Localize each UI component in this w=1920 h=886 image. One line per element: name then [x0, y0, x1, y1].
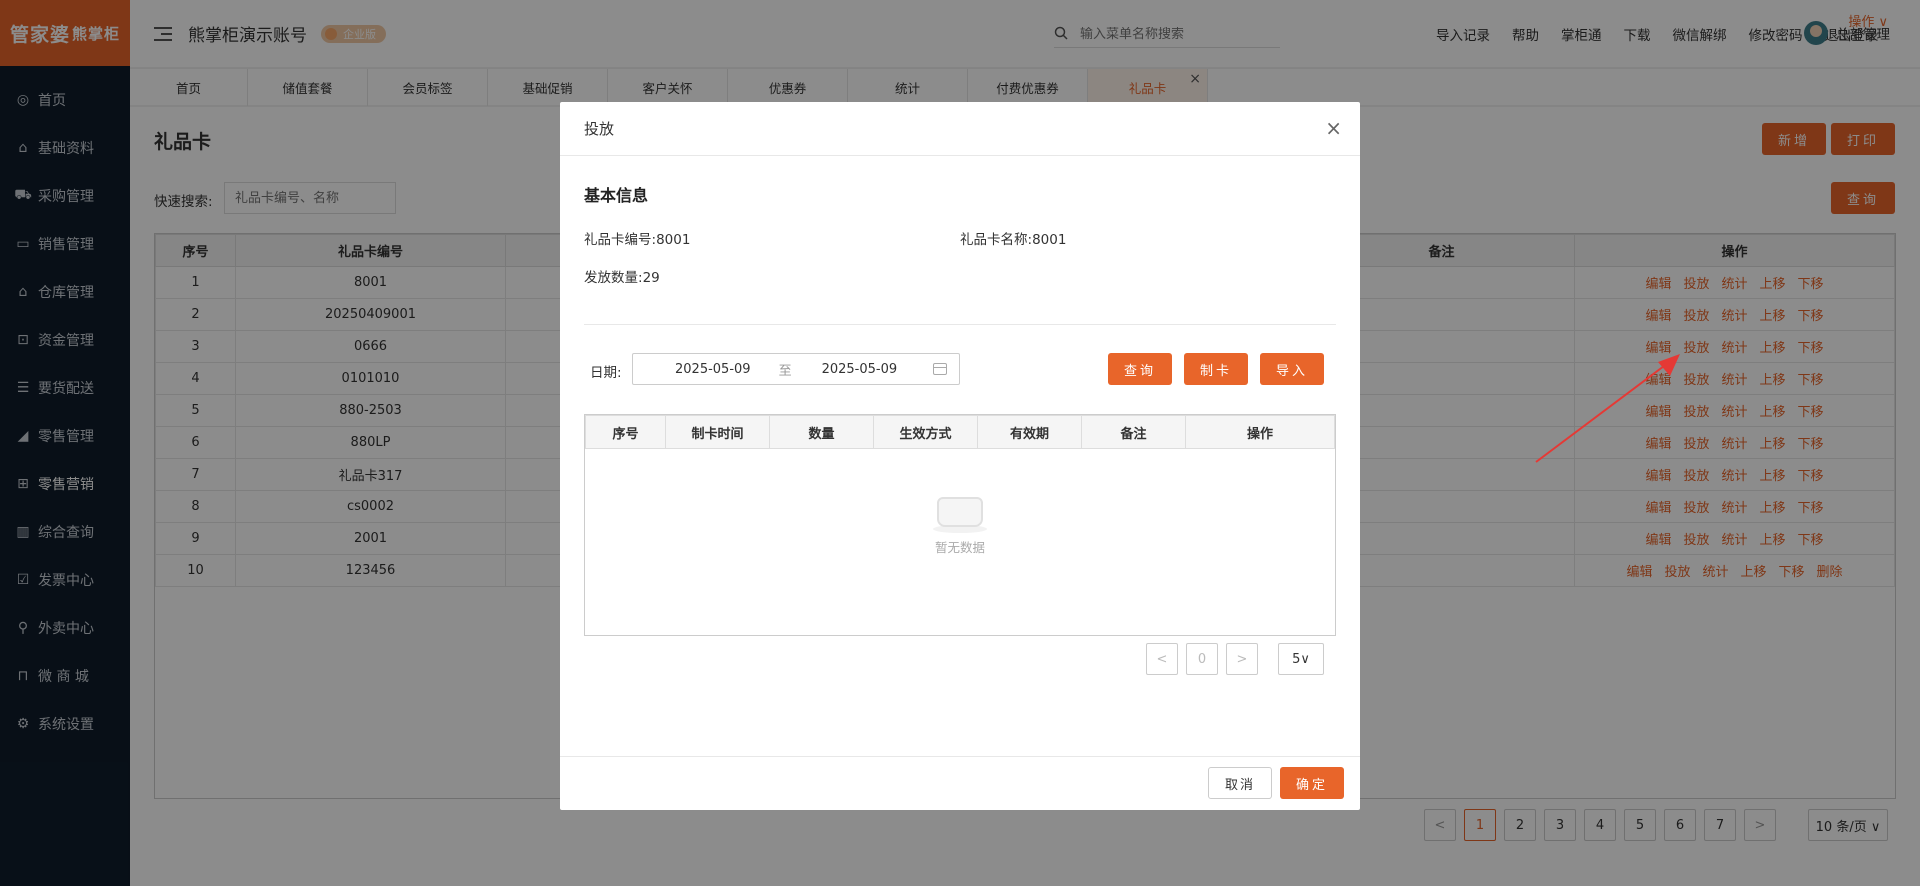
date-label: 日期:	[590, 365, 622, 381]
empty-inbox-icon	[933, 489, 987, 533]
issue-qty-info: 发放数量:29	[584, 266, 660, 286]
card-name-value: 8001	[1032, 232, 1067, 248]
date-range-picker[interactable]: 2025-05-09 至 2025-05-09	[632, 353, 960, 385]
card-name-label: 礼品卡名称:	[960, 232, 1033, 248]
card-code-label: 礼品卡编号:	[584, 232, 657, 248]
divider	[584, 324, 1336, 325]
date-from[interactable]: 2025-05-09	[675, 362, 751, 377]
empty-text: 暂无数据	[934, 540, 985, 555]
next-page-button[interactable]: >	[1226, 643, 1258, 675]
date-to[interactable]: 2025-05-09	[822, 362, 898, 377]
dialog-query-button[interactable]: 查询	[1108, 353, 1172, 385]
annotation-arrow-icon	[1535, 354, 1680, 463]
card-code-info: 礼品卡编号:8001	[584, 228, 690, 248]
dialog-title: 投放	[584, 120, 615, 138]
card-name-info: 礼品卡名称:8001	[960, 228, 1066, 248]
dialog-col-header: 数量	[769, 415, 874, 449]
dialog-col-header: 操作	[1185, 415, 1335, 449]
distribute-dialog: 投放 × 基本信息 礼品卡编号:8001 礼品卡名称:8001 发放数量:29 …	[560, 102, 1360, 810]
issue-qty-value: 29	[642, 270, 660, 286]
page-size-select[interactable]: 5∨	[1278, 643, 1324, 675]
confirm-button[interactable]: 确定	[1280, 767, 1344, 799]
prev-page-button[interactable]: <	[1146, 643, 1178, 675]
dialog-col-header: 序号	[585, 415, 666, 449]
table-header-row: 序号 制卡时间 数量 生效方式 有效期 备注 操作	[585, 415, 1335, 449]
import-button[interactable]: 导入	[1260, 353, 1324, 385]
card-code-value: 8001	[656, 232, 691, 248]
make-card-button[interactable]: 制卡	[1184, 353, 1248, 385]
dialog-col-header: 有效期	[977, 415, 1082, 449]
dialog-header: 投放 ×	[560, 102, 1360, 156]
page-number[interactable]: 0	[1186, 643, 1218, 675]
issue-qty-label: 发放数量:	[584, 270, 643, 286]
empty-state: 暂无数据	[585, 489, 1335, 556]
cancel-button[interactable]: 取消	[1208, 767, 1272, 799]
dialog-col-header: 制卡时间	[665, 415, 770, 449]
close-icon[interactable]: ×	[1325, 118, 1342, 138]
date-separator: 至	[778, 363, 792, 379]
dialog-col-header: 生效方式	[873, 415, 978, 449]
dialog-footer: 取消 确定	[560, 756, 1360, 810]
dialog-col-header: 备注	[1081, 415, 1186, 449]
dialog-pagination: < 0 > 5∨	[1146, 643, 1324, 675]
section-title: 基本信息	[584, 186, 649, 205]
calendar-icon[interactable]	[933, 363, 947, 375]
card-batch-table: 序号 制卡时间 数量 生效方式 有效期 备注 操作 暂无数据	[584, 414, 1336, 636]
